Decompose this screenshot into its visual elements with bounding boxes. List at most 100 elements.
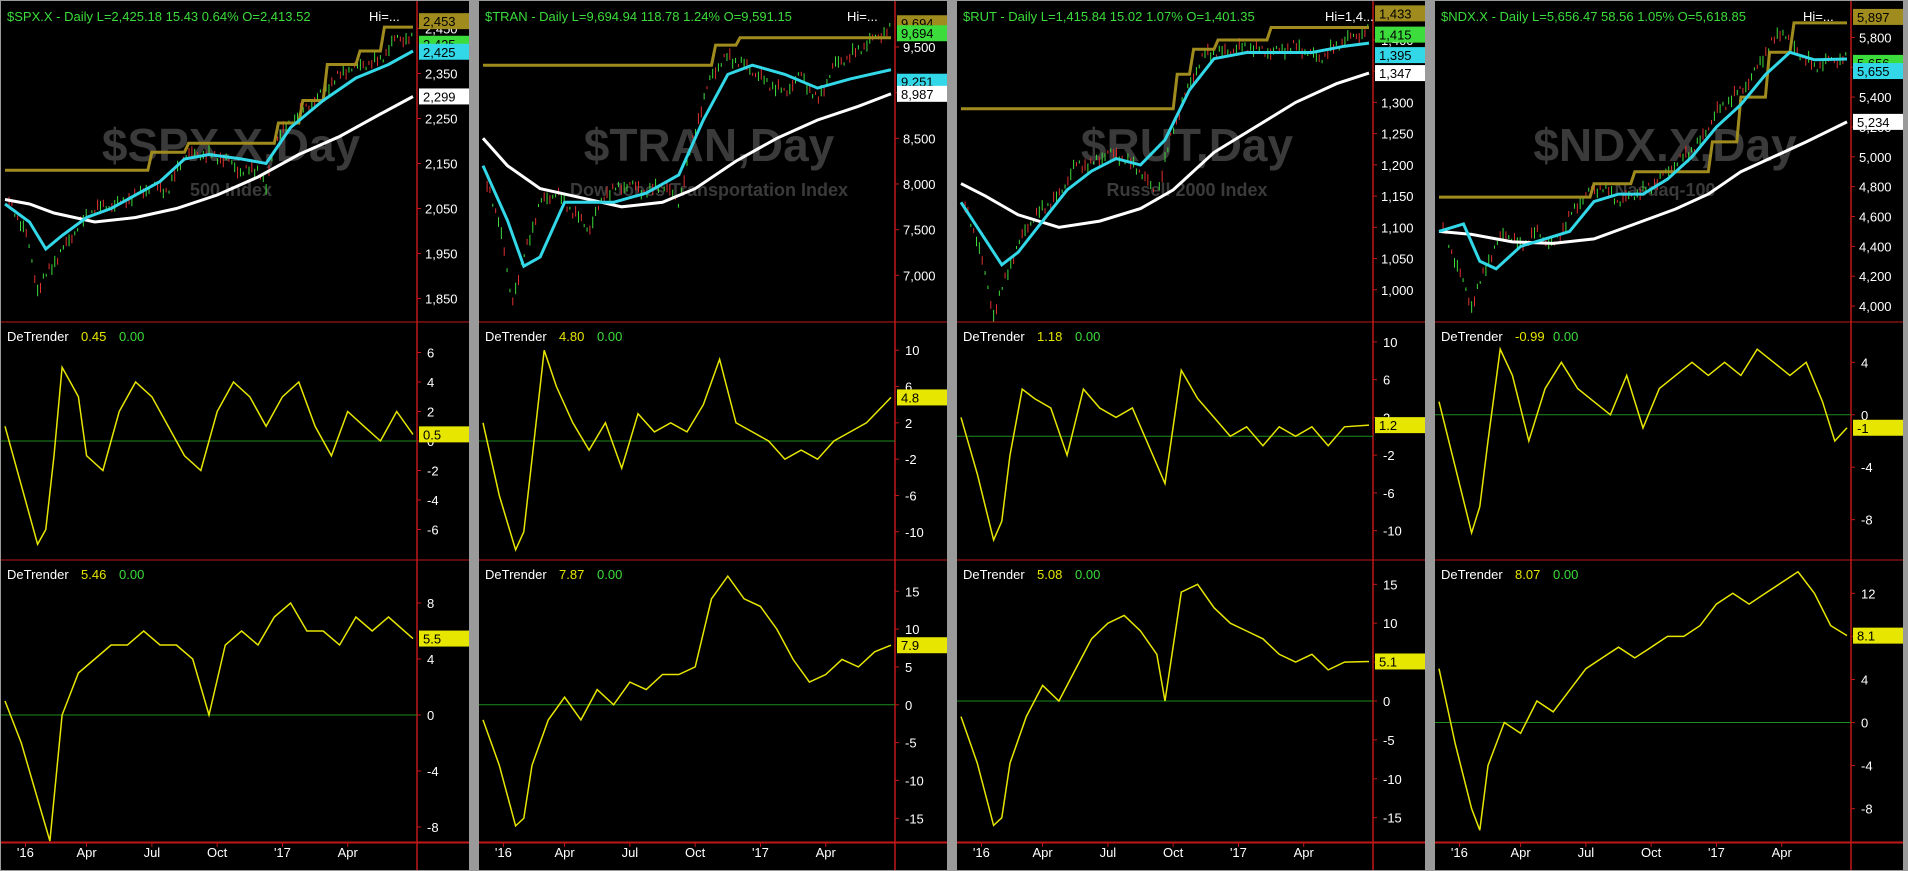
price-tick-label: 1,250 [1381, 127, 1414, 142]
detrender-1-label: DeTrender [7, 329, 69, 344]
detrender-2-tick-label: 10 [1383, 616, 1397, 631]
detrender-1-label: DeTrender [963, 329, 1025, 344]
detrender-1-tick-label: -4 [427, 493, 439, 508]
price-tick-label: 4,800 [1859, 180, 1892, 195]
price-tick-label: 7,000 [903, 268, 936, 283]
detrender-2-label: DeTrender [1441, 567, 1503, 582]
x-tick-label: '16 [495, 845, 512, 860]
detrender-1-tick-label: -6 [1383, 486, 1395, 501]
detrender-2-tick-label: -8 [1861, 802, 1873, 817]
chart-window-ndx[interactable]: $NDX.X - Daily L=5,656.47 58.56 1.05% O=… [1434, 0, 1904, 871]
detrender-2-tick-label: -10 [1383, 772, 1402, 787]
detrender-2-tick-label: -10 [905, 773, 924, 788]
detrender-2-tick-label: 8 [427, 596, 434, 611]
detrender-2-tick-label: -5 [905, 736, 917, 751]
detrender-2-zero-value: 0.00 [1075, 567, 1100, 582]
badge-hi: 1,433 [1379, 6, 1412, 21]
detrender-2-label: DeTrender [485, 567, 547, 582]
x-tick-label: Apr [1510, 845, 1531, 860]
chart-window-tran[interactable]: $TRAN - Daily L=9,694.94 118.78 1.24% O=… [478, 0, 948, 871]
badge-ma-long: 2,299 [423, 89, 456, 104]
x-tick-label: Oct [1163, 845, 1184, 860]
detrender-1-badge: 0.5 [423, 427, 441, 442]
detrender-2-value: 8.07 [1515, 567, 1540, 582]
x-tick-label: Apr [554, 845, 575, 860]
detrender-1-line [1438, 346, 1848, 536]
detrender-2-tick-label: -8 [427, 820, 439, 835]
price-tick-label: 1,050 [1381, 252, 1414, 267]
chart-header-hi: Hi=... [847, 9, 878, 24]
detrender-1-tick-label: -2 [427, 464, 439, 479]
detrender-2-tick-label: 0 [905, 698, 912, 713]
x-tick-label: Apr [1294, 845, 1315, 860]
x-tick-label: '16 [973, 845, 990, 860]
detrender-2-label: DeTrender [7, 567, 69, 582]
detrender-2-zero-value: 0.00 [119, 567, 144, 582]
detrender-1-value: 0.45 [81, 329, 106, 344]
x-tick-label: Jul [1100, 845, 1117, 860]
price-tick-label: 4,000 [1859, 299, 1892, 314]
detrender-2-tick-label: 4 [427, 652, 434, 667]
detrender-2-tick-label: 15 [1383, 577, 1397, 592]
chart-header: $RUT - Daily L=1,415.84 15.02 1.07% O=1,… [963, 9, 1255, 24]
detrender-1-label: DeTrender [1441, 329, 1503, 344]
x-tick-label: Oct [207, 845, 228, 860]
price-tick-label: 8,500 [903, 131, 936, 146]
detrender-1-value: -0.99 [1515, 329, 1545, 344]
x-tick-label: Apr [338, 845, 359, 860]
detrender-1-tick-label: 2 [905, 416, 912, 431]
price-tick-label: 1,200 [1381, 158, 1414, 173]
watermark: $TRAN,Day [584, 119, 835, 171]
detrender-2-tick-label: 4 [1861, 672, 1868, 687]
watermark-sub: Russell 2000 Index [1106, 180, 1267, 200]
x-tick-label: '17 [274, 845, 291, 860]
detrender-2-line [482, 574, 892, 828]
price-tick-label: 4,200 [1859, 269, 1892, 284]
chart-svg: $TRAN - Daily L=9,694.94 118.78 1.24% O=… [479, 1, 947, 870]
badge-hi: 5,897 [1857, 10, 1890, 25]
price-tick-label: 2,050 [425, 202, 458, 217]
badge-ma-short: 2,425 [423, 45, 456, 60]
detrender-2-label: DeTrender [963, 567, 1025, 582]
detrender-1-tick-label: 4 [427, 375, 434, 390]
x-tick-label: Jul [622, 845, 639, 860]
badge-last: 9,694 [901, 26, 934, 41]
badge-hi: 2,453 [423, 14, 456, 29]
price-tick-label: 7,500 [903, 223, 936, 238]
detrender-2-tick-label: -15 [905, 811, 924, 826]
price-tick-label: 9,500 [903, 40, 936, 55]
detrender-1-tick-label: -4 [1861, 460, 1873, 475]
watermark: $RUT,Day [1081, 119, 1294, 171]
x-tick-label: Jul [144, 845, 161, 860]
badge-ma-short: 1,395 [1379, 48, 1412, 63]
highest-high-line [483, 36, 891, 67]
chart-window-spx[interactable]: $SPX.X - Daily L=2,425.18 15.43 0.64% O=… [0, 0, 470, 871]
x-tick-label: Oct [1641, 845, 1662, 860]
price-tick-label: 5,000 [1859, 150, 1892, 165]
detrender-2-tick-label: 0 [427, 708, 434, 723]
badge-last: 1,415 [1379, 28, 1412, 43]
chart-window-rut[interactable]: $RUT - Daily L=1,415.84 15.02 1.07% O=1,… [956, 0, 1426, 871]
watermark-sub: Dow Jones Transportation Index [570, 180, 848, 200]
detrender-2-tick-label: 5 [905, 660, 912, 675]
detrender-1-tick-label: 10 [905, 343, 919, 358]
detrender-1-tick-label: -2 [905, 452, 917, 467]
x-tick-label: '16 [1451, 845, 1468, 860]
price-tick-label: 2,350 [425, 67, 458, 82]
chart-header: $NDX.X - Daily L=5,656.47 58.56 1.05% O=… [1441, 9, 1746, 24]
detrender-2-line [1438, 570, 1848, 831]
detrender-1-tick-label: 6 [427, 346, 434, 361]
detrender-2-badge: 5.5 [423, 632, 441, 647]
chart-svg: $RUT - Daily L=1,415.84 15.02 1.07% O=1,… [957, 1, 1425, 870]
price-tick-label: 2,250 [425, 112, 458, 127]
price-tick-label: 4,400 [1859, 239, 1892, 254]
detrender-2-badge: 7.9 [901, 638, 919, 653]
detrender-1-tick-label: 6 [1383, 373, 1390, 388]
detrender-2-badge: 5.1 [1379, 654, 1397, 669]
price-tick-label: 8,000 [903, 177, 936, 192]
chart-header-hi: Hi=1,4... [1325, 9, 1374, 24]
detrender-2-tick-label: 12 [1861, 586, 1875, 601]
detrender-1-tick-label: 10 [1383, 335, 1397, 350]
chart-header: $TRAN - Daily L=9,694.94 118.78 1.24% O=… [485, 9, 792, 24]
detrender-2-value: 5.08 [1037, 567, 1062, 582]
